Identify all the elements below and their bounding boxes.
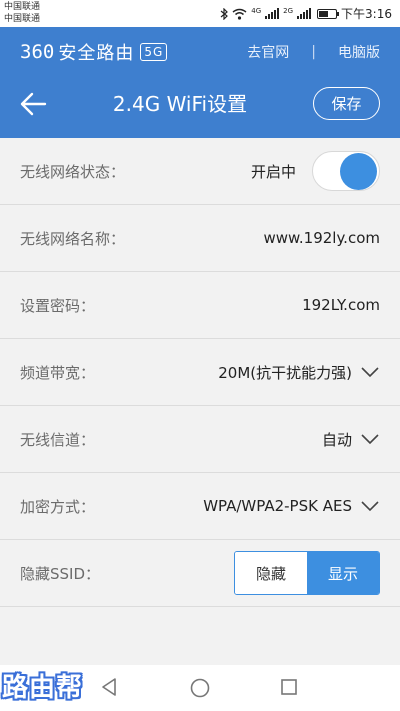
brand-text: 安全路由 xyxy=(58,43,135,64)
wireless-status-value-wrap: 开启中 xyxy=(251,151,380,191)
bandwidth-value: 20M(抗干扰能力强) xyxy=(218,363,352,382)
bandwidth-label: 频道带宽： xyxy=(20,363,96,382)
nav-back-icon[interactable] xyxy=(100,677,118,697)
settings-list: 无线网络状态： 开启中 无线网络名称： www.192ly.com 设置密码： … xyxy=(0,138,400,607)
link-separator: | xyxy=(311,44,316,60)
network-type-1: 4G xyxy=(251,6,262,15)
signal-icon xyxy=(297,8,312,19)
bandwidth-row[interactable]: 频道带宽： 20M(抗干扰能力强) xyxy=(0,339,400,406)
brand-logo: 360 安全路由 5G xyxy=(20,39,168,65)
hide-ssid-segmented-control: 隐藏 显示 xyxy=(234,551,380,595)
clock: 下午3:16 xyxy=(341,7,392,21)
chevron-down-icon xyxy=(360,433,380,445)
wireless-status-row: 无线网络状态： 开启中 xyxy=(0,138,400,205)
hide-ssid-row: 隐藏SSID： 隐藏 显示 xyxy=(0,540,400,607)
app-header: 360 安全路由 5G 去官网 | 电脑版 2.4G WiFi设置 保存 xyxy=(0,27,400,138)
hide-ssid-label: 隐藏SSID： xyxy=(20,564,101,583)
status-icons: 4G 2G 下午3:16 xyxy=(220,5,392,22)
chevron-down-icon xyxy=(360,366,380,378)
channel-label: 无线信道： xyxy=(20,430,96,449)
carrier-1: 中国联通 xyxy=(4,2,41,12)
bandwidth-select[interactable]: 20M(抗干扰能力强) xyxy=(218,362,380,383)
channel-value: 自动 xyxy=(321,430,352,449)
pc-version-link[interactable]: 电脑版 xyxy=(338,42,380,62)
watermark-logo: 路由帮 xyxy=(2,673,84,703)
wifi-icon xyxy=(232,8,247,20)
channel-select[interactable]: 自动 xyxy=(322,429,380,450)
ssid-label: 无线网络名称： xyxy=(20,229,126,248)
encryption-select[interactable]: WPA/WPA2-PSK AES xyxy=(203,497,380,515)
top-links: 去官网 | 电脑版 xyxy=(247,42,380,62)
channel-row[interactable]: 无线信道： 自动 xyxy=(0,406,400,473)
password-row[interactable]: 设置密码： 192LY.com xyxy=(0,272,400,339)
encryption-row[interactable]: 加密方式： WPA/WPA2-PSK AES xyxy=(0,473,400,540)
password-value[interactable]: 192LY.com xyxy=(302,296,380,314)
wireless-status-value: 开启中 xyxy=(250,162,296,181)
wireless-status-label: 无线网络状态： xyxy=(20,162,126,181)
network-type-2: 2G xyxy=(283,6,294,15)
chevron-down-icon xyxy=(360,500,380,512)
carrier-2: 中国联通 xyxy=(4,14,41,24)
status-bar: 中国联通 中国联通 4G 2G 下午3:16 xyxy=(0,0,400,27)
bluetooth-icon xyxy=(220,7,229,20)
encryption-label: 加密方式： xyxy=(20,497,96,516)
battery-icon xyxy=(317,8,340,19)
signal-icon xyxy=(265,8,280,19)
hide-ssid-value-wrap: 隐藏 显示 xyxy=(234,551,380,595)
brand-number: 360 xyxy=(20,41,55,63)
hide-ssid-option-hide[interactable]: 隐藏 xyxy=(235,552,307,594)
hide-ssid-option-show[interactable]: 显示 xyxy=(307,552,379,594)
nav-recents-icon[interactable] xyxy=(279,677,299,697)
wireless-toggle[interactable] xyxy=(312,151,380,191)
password-label: 设置密码： xyxy=(20,296,96,315)
ssid-value[interactable]: www.192ly.com xyxy=(263,229,380,247)
ssid-row[interactable]: 无线网络名称： www.192ly.com xyxy=(0,205,400,272)
encryption-value: WPA/WPA2-PSK AES xyxy=(203,497,352,515)
nav-home-icon[interactable] xyxy=(189,677,211,699)
official-site-link[interactable]: 去官网 xyxy=(247,42,289,62)
save-button[interactable]: 保存 xyxy=(313,87,380,120)
page-title: 2.4G WiFi设置 xyxy=(112,92,248,116)
toggle-knob xyxy=(340,153,377,190)
brand-badge: 5G xyxy=(140,43,168,61)
